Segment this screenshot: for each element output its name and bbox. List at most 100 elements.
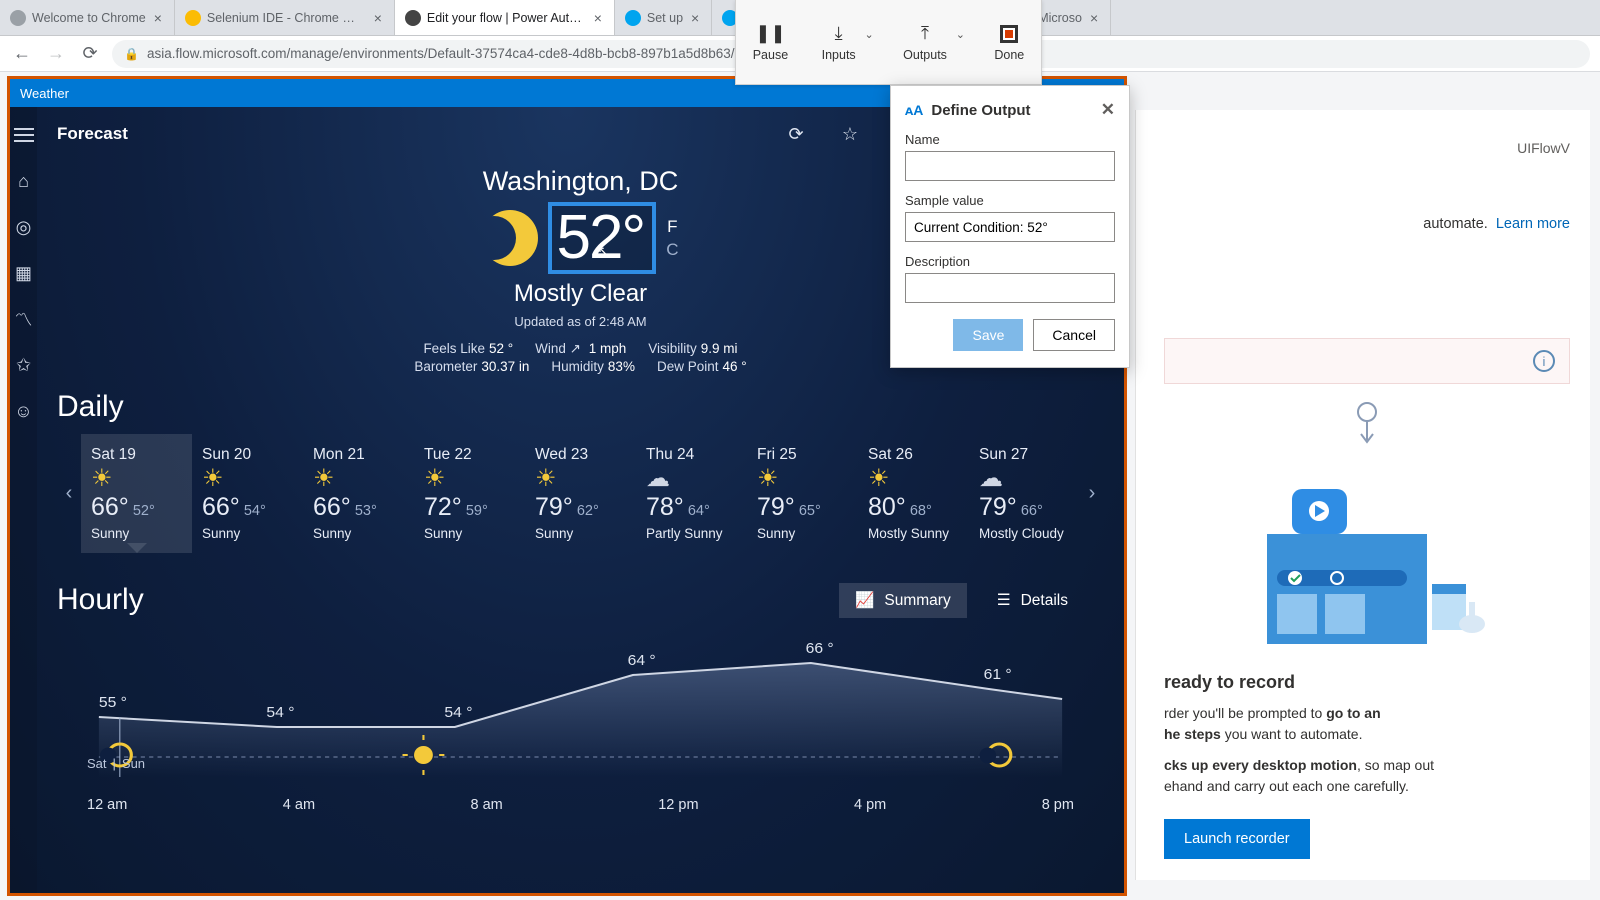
favorites-icon[interactable]: ✩ — [12, 353, 36, 377]
sample-label: Sample value — [905, 193, 1115, 208]
close-icon[interactable]: ✕ — [1101, 100, 1115, 120]
daily-card[interactable]: Tue 22☀72°59°Sunny — [414, 434, 525, 553]
daily-card[interactable]: Sun 27☁79°66°Mostly Cloudy — [969, 434, 1080, 553]
list-icon: ☰ — [997, 591, 1011, 610]
daily-prev[interactable]: ‹ — [57, 482, 81, 505]
save-button[interactable]: Save — [953, 319, 1023, 351]
outputs-icon: ⤒ — [921, 23, 929, 45]
environment-name: UIFlowV — [1164, 140, 1570, 156]
moon-large-icon — [482, 210, 538, 266]
ready-p2: cks up every desktop motion, so map oute… — [1164, 755, 1570, 797]
tab-close-icon[interactable]: × — [152, 10, 164, 26]
hourly-chart: 55 ° 54 ° 54 ° 64 ° 66 ° 61 ° Sat|Sun — [57, 627, 1104, 797]
refresh-icon[interactable]: ⟳ — [777, 115, 815, 153]
learn-more-link[interactable]: Learn more — [1496, 216, 1570, 232]
current-temperature[interactable]: 52° ↖ — [548, 202, 656, 274]
summary-button[interactable]: 📈Summary — [839, 583, 967, 618]
calendar-icon[interactable]: ▦ — [12, 261, 36, 285]
name-label: Name — [905, 132, 1115, 147]
radar-icon[interactable]: ◎ — [12, 215, 36, 239]
hour-label: 4 pm — [854, 797, 886, 813]
daily-card[interactable]: Sun 20☀66°54°Sunny — [192, 434, 303, 553]
sun-icon: ☀ — [91, 465, 113, 492]
inputs-icon: ⤓ — [835, 23, 843, 45]
hour-axis: 12 am4 am8 am12 pm4 pm8 pm — [57, 797, 1104, 813]
power-automate-panel: UIFlowV automate. Learn more i ready t — [1135, 110, 1590, 880]
cursor-icon: ↖ — [597, 244, 607, 258]
favicon-icon — [405, 10, 421, 26]
tab-close-icon[interactable]: × — [689, 10, 701, 26]
daily-card[interactable]: Sat 19☀66°52°Sunny — [81, 434, 192, 553]
daily-card[interactable]: Thu 24☁78°64°Partly Sunny — [636, 434, 747, 553]
pause-button[interactable]: ❚❚ Pause — [753, 23, 788, 62]
sun-icon: ☀ — [757, 465, 779, 492]
launch-recorder-button[interactable]: Launch recorder — [1164, 819, 1310, 859]
url-text: asia.flow.microsoft.com/manage/environme… — [147, 46, 772, 61]
svg-text:66 °: 66 ° — [806, 640, 834, 657]
tab-close-icon[interactable]: × — [592, 10, 604, 26]
cancel-button[interactable]: Cancel — [1033, 319, 1115, 351]
browser-tab[interactable]: Selenium IDE - Chrome Web Sto× — [175, 0, 395, 35]
daily-card[interactable]: Mon 21☀66°53°Sunny — [303, 434, 414, 553]
cloud-icon: ☁ — [979, 465, 1003, 492]
description-label: Description — [905, 254, 1115, 269]
ready-p1: rder you'll be prompted to go to anhe st… — [1164, 703, 1570, 745]
feedback-icon[interactable]: ☺ — [12, 399, 36, 423]
trend-icon[interactable]: 〽 — [12, 307, 36, 331]
svg-text:55 °: 55 ° — [99, 694, 127, 711]
tab-close-icon[interactable]: × — [1088, 10, 1100, 26]
daily-card[interactable]: Wed 23☀79°62°Sunny — [525, 434, 636, 553]
weather-sidebar: ⌂ ◎ ▦ 〽 ✩ ☺ — [10, 107, 37, 893]
inputs-button[interactable]: ⤓ Inputs ⌄ — [822, 23, 856, 62]
illustration — [1164, 474, 1570, 654]
pause-icon: ❚❚ — [755, 23, 785, 45]
sun-icon: ☀ — [424, 465, 446, 492]
stop-icon — [1000, 23, 1018, 45]
reload-button[interactable]: ⟳ — [78, 42, 102, 66]
daily-forecast: ‹ Sat 19☀66°52°SunnySun 20☀66°54°SunnyMo… — [57, 434, 1104, 553]
svg-text:64 °: 64 ° — [628, 652, 656, 669]
chart-icon: 📈 — [855, 591, 874, 610]
name-input[interactable] — [905, 151, 1115, 181]
lock-icon: 🔒 — [124, 47, 139, 61]
svg-text:61 °: 61 ° — [984, 666, 1012, 683]
browser-tab[interactable]: Welcome to Chrome× — [0, 0, 175, 35]
browser-tab[interactable]: Edit your flow | Power Automate× — [395, 0, 615, 35]
hour-label: 12 am — [87, 797, 127, 813]
sample-input[interactable] — [905, 212, 1115, 242]
done-button[interactable]: Done — [994, 23, 1024, 62]
dialog-title: Define Output — [931, 102, 1030, 119]
hour-label: 8 am — [471, 797, 503, 813]
daily-next[interactable]: › — [1080, 482, 1104, 505]
page-body: Weather ⌂ ◎ ▦ 〽 ✩ ☺ Forecast ⟳ ☆ ⚲ ☽ — [0, 72, 1600, 900]
browser-tab[interactable]: Set up× — [615, 0, 712, 35]
sun-icon: ☀ — [535, 465, 557, 492]
daily-card[interactable]: Fri 25☀79°65°Sunny — [747, 434, 858, 553]
sun-icon: ☀ — [313, 465, 335, 492]
sun-icon: ☀ — [202, 465, 224, 492]
info-banner: i — [1164, 338, 1570, 384]
ready-heading: ready to record — [1164, 672, 1570, 693]
favicon-icon — [625, 10, 641, 26]
home-icon[interactable]: ⌂ — [12, 169, 36, 193]
description-input[interactable] — [905, 273, 1115, 303]
daily-card[interactable]: Sat 26☀80°68°Mostly Sunny — [858, 434, 969, 553]
day-divider: Sat|Sun — [87, 756, 145, 771]
info-icon[interactable]: i — [1533, 350, 1555, 372]
output-icon: ᴀA — [905, 102, 923, 118]
hour-label: 4 am — [283, 797, 315, 813]
sun-icon: ☀ — [868, 465, 890, 492]
unit-toggle[interactable]: F C — [666, 217, 678, 260]
page-title: Forecast — [57, 124, 128, 144]
forward-button[interactable]: → — [44, 42, 68, 66]
star-icon[interactable]: ☆ — [831, 115, 869, 153]
hour-label: 8 pm — [1042, 797, 1074, 813]
outputs-button[interactable]: ⤒ Outputs ⌄ — [903, 23, 947, 62]
back-button[interactable]: ← — [10, 42, 34, 66]
menu-icon[interactable] — [12, 123, 36, 147]
chevron-down-icon: ⌄ — [864, 28, 873, 41]
svg-text:54 °: 54 ° — [266, 704, 294, 721]
daily-heading: Daily — [57, 390, 1104, 424]
details-button[interactable]: ☰Details — [981, 583, 1084, 618]
tab-close-icon[interactable]: × — [372, 10, 384, 26]
